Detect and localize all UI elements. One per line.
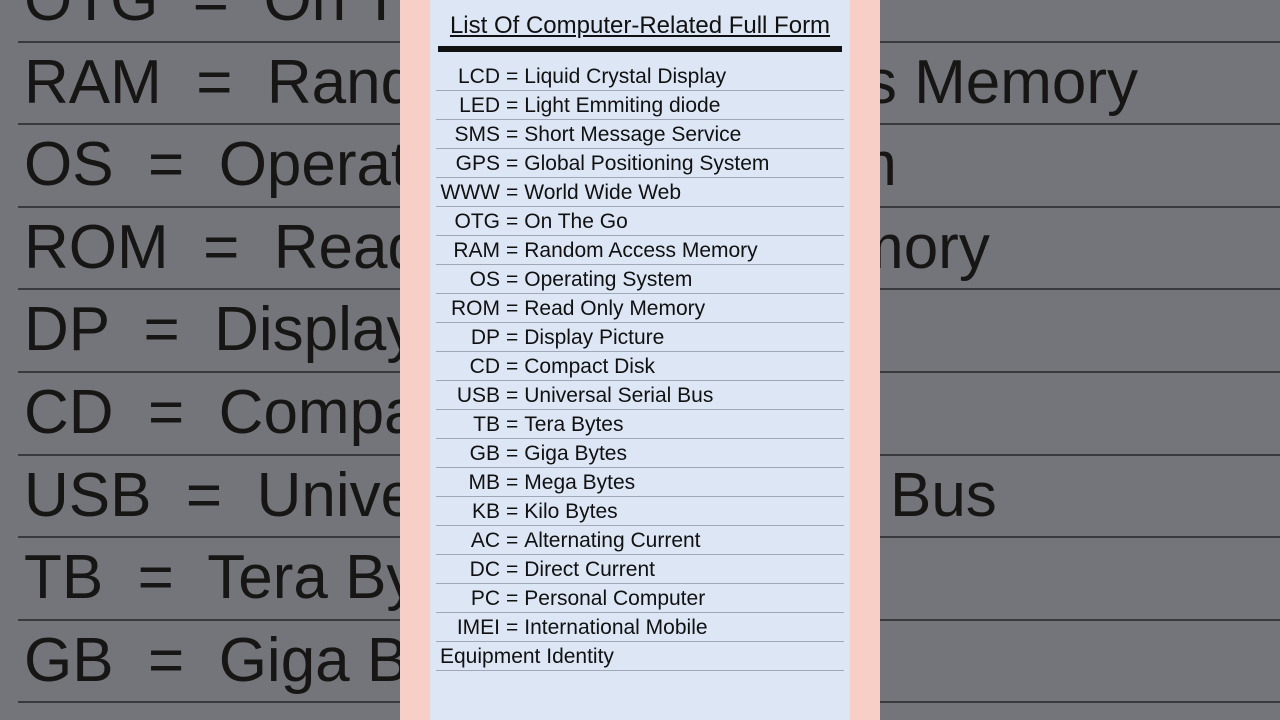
abbr: PC xyxy=(436,587,500,611)
abbr: IMEI xyxy=(436,616,500,640)
list-item: DP=Display Picture xyxy=(436,323,844,352)
stage: OTG = On The Go RAM = Random Access Memor… xyxy=(0,0,1280,720)
abbr: WWW xyxy=(436,181,500,205)
full-form: Display Picture xyxy=(524,326,664,349)
full-form: Read Only Memory xyxy=(524,297,705,320)
full-form: Universal Serial Bus xyxy=(524,384,713,407)
equals-sign: = xyxy=(500,326,524,349)
abbr: AC xyxy=(436,529,500,553)
list-item: KB=Kilo Bytes xyxy=(436,497,844,526)
full-form: Global Positioning System xyxy=(524,152,769,175)
abbr: OS xyxy=(436,268,500,292)
equals-sign: = xyxy=(500,442,524,465)
list-item: OS=Operating System xyxy=(436,265,844,294)
list-item: DC=Direct Current xyxy=(436,555,844,584)
full-form: Personal Computer xyxy=(524,587,705,610)
full-form: Short Message Service xyxy=(524,123,741,146)
equals-sign: = xyxy=(500,587,524,610)
list-item-continuation: Equipment Identity xyxy=(436,642,844,671)
equals-sign: = xyxy=(500,239,524,262)
full-form: Direct Current xyxy=(524,558,655,581)
abbr: TB xyxy=(436,413,500,437)
list-item: AC=Alternating Current xyxy=(436,526,844,555)
equals-sign: = xyxy=(500,268,524,291)
abbr: MB xyxy=(436,471,500,495)
page-title: List Of Computer-Related Full Form xyxy=(438,12,842,52)
abbr: ROM xyxy=(436,297,500,321)
full-form: Light Emmiting diode xyxy=(524,94,720,117)
full-form: Alternating Current xyxy=(524,529,700,552)
list-item: RAM=Random Access Memory xyxy=(436,236,844,265)
list-item: WWW=World Wide Web xyxy=(436,178,844,207)
equals-sign: = xyxy=(500,181,524,204)
abbr: KB xyxy=(436,500,500,524)
abbr: GPS xyxy=(436,152,500,176)
full-form: World Wide Web xyxy=(524,181,681,204)
list-item: PC=Personal Computer xyxy=(436,584,844,613)
equals-sign: = xyxy=(500,616,524,639)
list-item: ROM=Read Only Memory xyxy=(436,294,844,323)
list-item: GB=Giga Bytes xyxy=(436,439,844,468)
abbr: CD xyxy=(436,355,500,379)
list-item: IMEI=International Mobile xyxy=(436,613,844,642)
abbr: OTG xyxy=(436,210,500,234)
list-item: SMS=Short Message Service xyxy=(436,120,844,149)
abbr: LED xyxy=(436,94,500,118)
equals-sign: = xyxy=(500,413,524,436)
abbr: DP xyxy=(436,326,500,350)
full-form: Random Access Memory xyxy=(524,239,757,262)
full-form: Mega Bytes xyxy=(524,471,635,494)
equals-sign: = xyxy=(500,384,524,407)
full-form: On The Go xyxy=(524,210,628,233)
full-form: Compact Disk xyxy=(524,355,655,378)
list-item: MB=Mega Bytes xyxy=(436,468,844,497)
full-form: International Mobile xyxy=(524,616,707,639)
list-item: OTG=On The Go xyxy=(436,207,844,236)
fullform-list: LCD=Liquid Crystal DisplayLED=Light Emmi… xyxy=(436,62,844,671)
abbr: GB xyxy=(436,442,500,466)
list-item: LED=Light Emmiting diode xyxy=(436,91,844,120)
equals-sign: = xyxy=(500,471,524,494)
abbr: LCD xyxy=(436,65,500,89)
full-form: Tera Bytes xyxy=(524,413,623,436)
list-item: TB=Tera Bytes xyxy=(436,410,844,439)
equals-sign: = xyxy=(500,529,524,552)
equals-sign: = xyxy=(500,500,524,523)
equals-sign: = xyxy=(500,65,524,88)
abbr: SMS xyxy=(436,123,500,147)
equals-sign: = xyxy=(500,94,524,117)
list-item: USB=Universal Serial Bus xyxy=(436,381,844,410)
equals-sign: = xyxy=(500,297,524,320)
full-form: Giga Bytes xyxy=(524,442,627,465)
list-item: GPS=Global Positioning System xyxy=(436,149,844,178)
phone-frame: List Of Computer-Related Full Form LCD=L… xyxy=(400,0,880,720)
full-form: Liquid Crystal Display xyxy=(524,65,726,88)
list-item: CD=Compact Disk xyxy=(436,352,844,381)
equals-sign: = xyxy=(500,558,524,581)
abbr: RAM xyxy=(436,239,500,263)
equals-sign: = xyxy=(500,152,524,175)
equals-sign: = xyxy=(500,210,524,233)
paper-sheet: List Of Computer-Related Full Form LCD=L… xyxy=(430,0,850,720)
full-form: Kilo Bytes xyxy=(524,500,617,523)
abbr: DC xyxy=(436,558,500,582)
equals-sign: = xyxy=(500,123,524,146)
abbr: USB xyxy=(436,384,500,408)
list-item: LCD=Liquid Crystal Display xyxy=(436,62,844,91)
full-form: Operating System xyxy=(524,268,692,291)
equals-sign: = xyxy=(500,355,524,378)
